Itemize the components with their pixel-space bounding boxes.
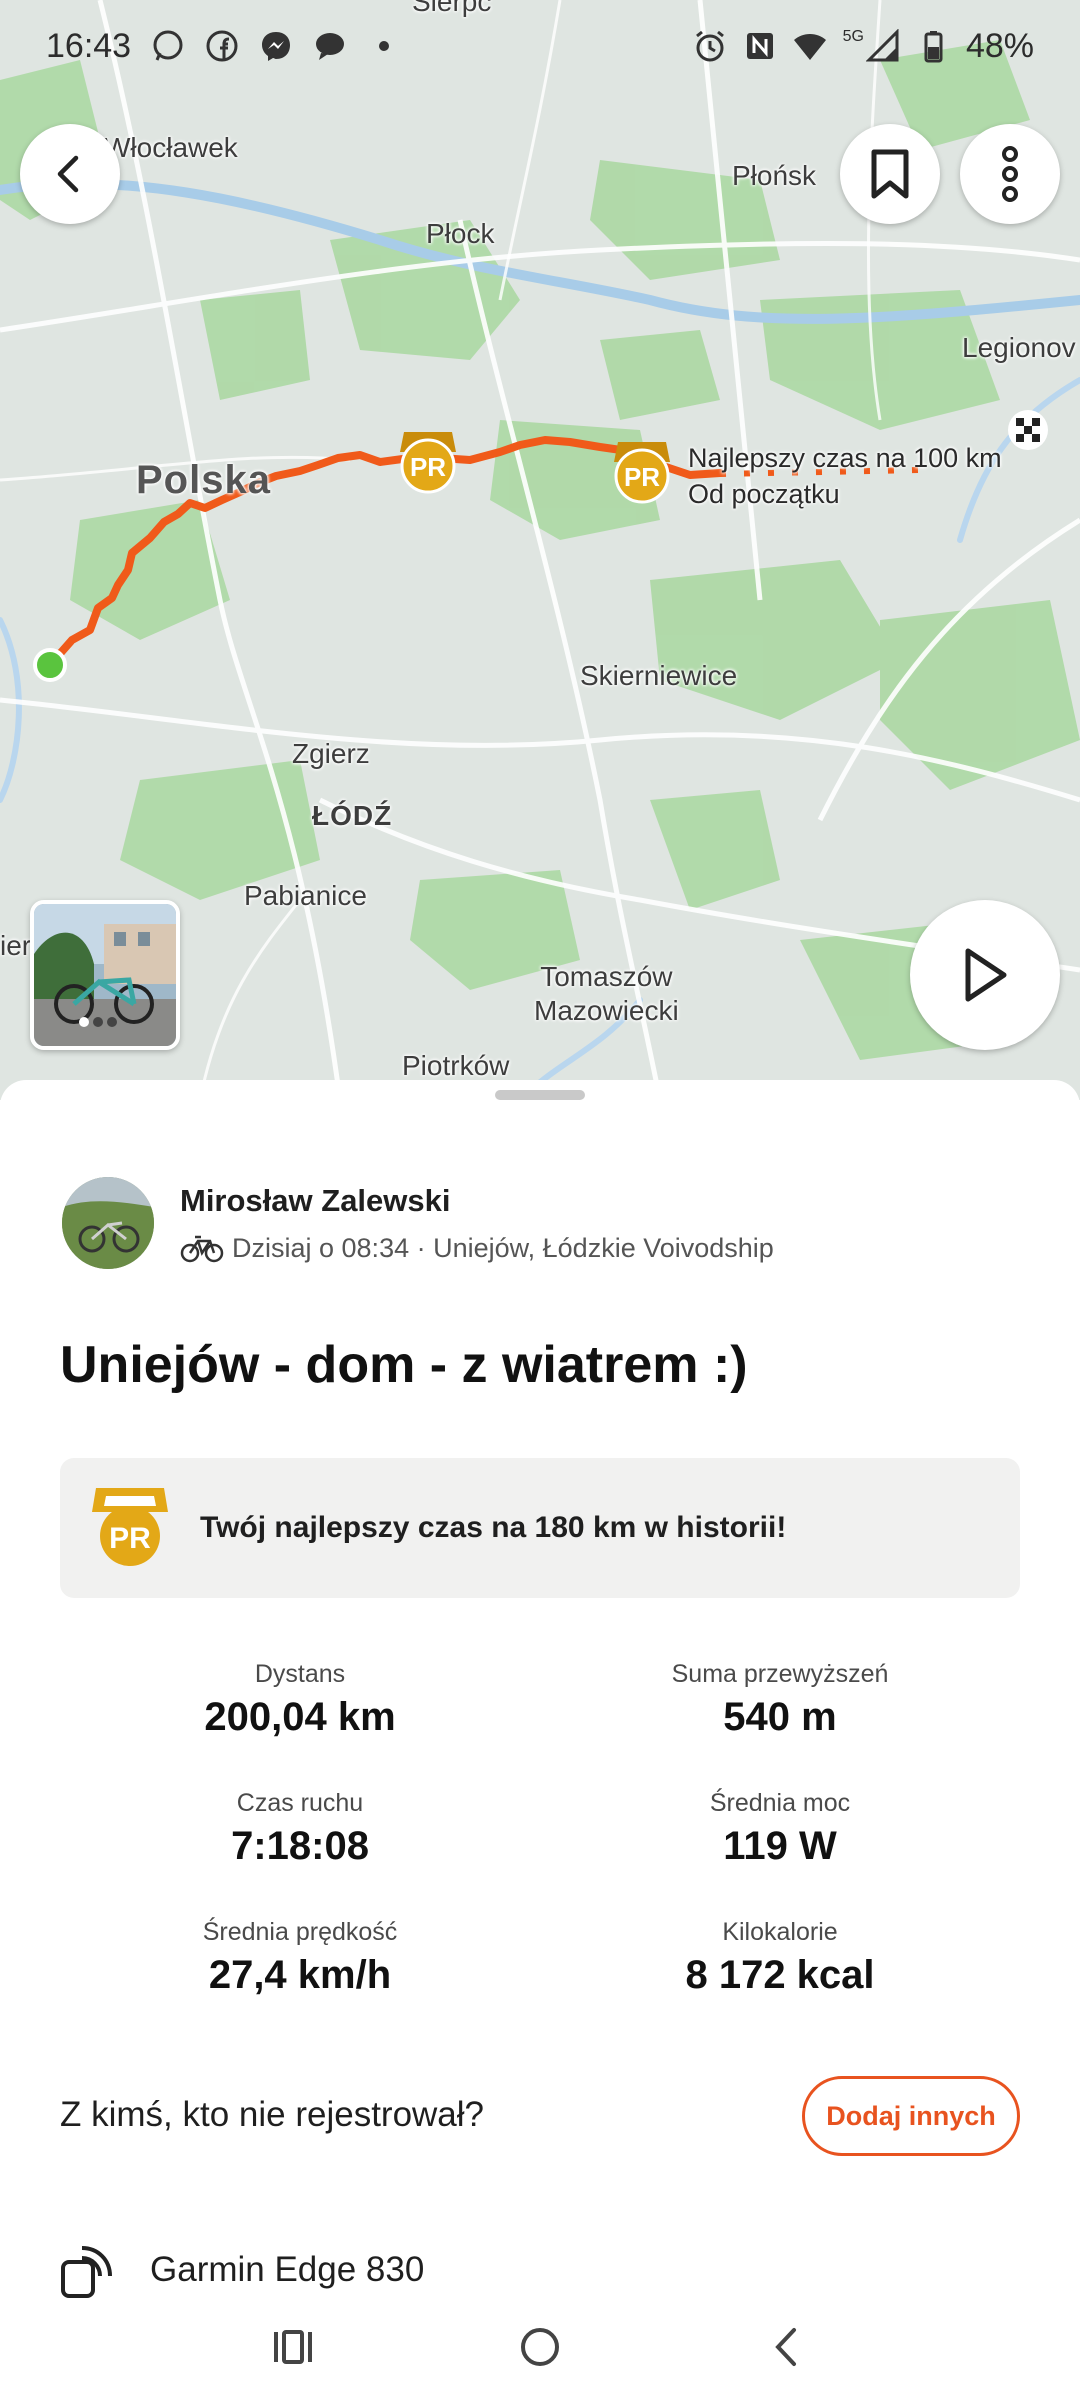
battery-icon (924, 31, 943, 63)
activity-details-sheet[interactable]: Mirosław Zalewski Dzisiaj o 08:34 · Unie… (0, 1080, 1080, 2400)
chevron-left-icon (57, 155, 79, 193)
alarm-icon (695, 30, 724, 62)
activity-title: Uniejów - dom - z wiatrem :) (60, 1336, 748, 1394)
stat-distance: Dystans 200,04 km (120, 1660, 480, 1740)
pr-banner-text: Twój najlepszy czas na 180 km w historii… (200, 1511, 787, 1544)
pr-banner[interactable]: PR Twój najlepszy czas na 180 km w histo… (60, 1458, 1020, 1598)
status-time: 16:43 (46, 26, 132, 65)
play-icon (965, 948, 1007, 1002)
with-others-prompt: Z kimś, kto nie rejestrował? (60, 2095, 485, 2134)
stat-value: 7:18:08 (231, 1824, 369, 1868)
finish-flag-icon (1008, 410, 1048, 450)
device-sync-icon (61, 2246, 112, 2298)
pr-badge-icon: PR (614, 442, 670, 504)
map-label-legionowo: Legionov (962, 332, 1076, 363)
map-label-zgierz: Zgierz (292, 738, 370, 769)
pr-badge-icon: PR (400, 432, 456, 494)
activity-photo-thumbnail[interactable] (30, 900, 180, 1050)
pr-medal-icon: PR (92, 1488, 168, 1566)
stat-value: 200,04 km (204, 1695, 396, 1739)
recent-apps-icon[interactable] (268, 2322, 318, 2372)
stat-label: Kilokalorie (722, 1918, 838, 1946)
system-nav-bar (0, 2300, 1080, 2400)
bike-icon (180, 1235, 224, 1263)
map-label-skierniewice: Skierniewice (580, 660, 738, 691)
stat-value: 540 m (723, 1695, 837, 1739)
signal-icon (865, 29, 899, 62)
add-others-button[interactable]: Dodaj innych (802, 2076, 1020, 2156)
map-label-edge: ier (0, 930, 32, 961)
sheet-drag-handle[interactable] (495, 1090, 585, 1100)
map-label-tomaszow: Tomaszów Mazowiecki (534, 961, 679, 1026)
stat-label: Średnia prędkość (202, 1918, 398, 1946)
stat-elevation: Suma przewyższeń 540 m (600, 1660, 960, 1740)
stat-calories: Kilokalorie 8 172 kcal (600, 1918, 960, 1998)
stat-label: Suma przewyższeń (671, 1660, 889, 1688)
dot-icon (379, 41, 390, 51)
stat-avg-speed: Średnia prędkość 27,4 km/h (120, 1918, 480, 1998)
nfc-icon (746, 33, 773, 59)
avatar[interactable] (62, 1177, 154, 1269)
map-label-wloclawek: Włocławek (104, 132, 238, 163)
whatsapp-icon (153, 30, 183, 61)
facebook-icon (206, 30, 238, 62)
network-type: 5G (842, 28, 864, 45)
svg-text:PR: PR (410, 452, 446, 482)
system-back-icon[interactable] (762, 2322, 812, 2372)
bookmark-button[interactable] (840, 124, 940, 224)
activity-map[interactable]: PR PR Sierpc Włocławek Płońsk Płock Legi… (0, 0, 1080, 1100)
stat-avg-power: Średnia moc 119 W (600, 1789, 960, 1869)
pr-tooltip-line2: Od początku (688, 479, 840, 509)
athlete-name[interactable]: Mirosław Zalewski (180, 1183, 774, 1219)
svg-text:PR: PR (109, 1522, 151, 1555)
map-label-plock: Płock (426, 218, 495, 249)
stat-value: 8 172 kcal (685, 1953, 875, 1997)
flyover-play-button[interactable] (910, 900, 1060, 1050)
device-name: Garmin Edge 830 (150, 2250, 425, 2289)
back-button[interactable] (20, 124, 120, 224)
avatar-image (62, 1177, 154, 1269)
more-vertical-icon (1002, 146, 1018, 202)
stat-label: Dystans (254, 1660, 346, 1688)
stat-value: 119 W (723, 1824, 837, 1868)
home-icon[interactable] (515, 2322, 565, 2372)
battery-level: 48% (965, 26, 1034, 65)
messenger-icon (262, 32, 291, 61)
map-label-polska: Polska (136, 458, 271, 502)
stat-label: Czas ruchu (236, 1789, 364, 1817)
stat-moving-time: Czas ruchu 7:18:08 (120, 1789, 480, 1869)
device-row[interactable]: Garmin Edge 830 (60, 2240, 424, 2300)
map-label-pabianice: Pabianice (244, 880, 367, 911)
map-label-lodz: ŁÓDŹ (312, 800, 393, 831)
status-bar: 16:43 5G 48% (0, 0, 1080, 92)
svg-text:PR: PR (624, 462, 660, 492)
activity-date-location: Dzisiaj o 08:34 · Uniejów, Łódzkie Voivo… (232, 1232, 774, 1263)
chat-icon (316, 33, 345, 60)
bookmark-icon (871, 149, 909, 199)
stat-value: 27,4 km/h (208, 1953, 392, 1997)
bike-photo (34, 904, 176, 1046)
athlete-header[interactable]: Mirosław Zalewski Dzisiaj o 08:34 · Unie… (62, 1177, 774, 1269)
wifi-icon (793, 34, 826, 60)
more-options-button[interactable] (960, 124, 1060, 224)
pr-tooltip-line1: Najlepszy czas na 100 km (688, 443, 1002, 473)
start-point (33, 648, 67, 682)
map-label-plonsk: Płońsk (732, 160, 817, 191)
map-label-piotrkow: Piotrków (402, 1050, 510, 1081)
stat-label: Średnia moc (709, 1789, 851, 1817)
